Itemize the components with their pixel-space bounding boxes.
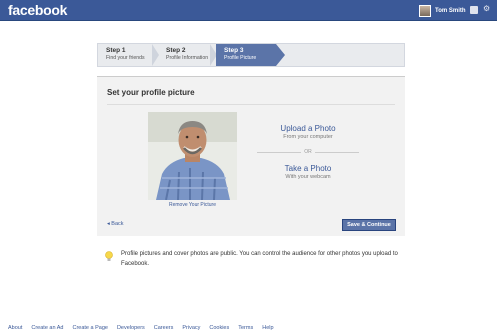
footer-link-cookies[interactable]: Cookies (209, 325, 229, 331)
footer-link-help[interactable]: Help (262, 325, 273, 331)
save-continue-button[interactable]: Save & Continue (342, 219, 396, 231)
step-3-active: Step 3 Profile Picture (216, 44, 285, 66)
user-name: Tom Smith (435, 7, 466, 14)
lightbulb-icon (105, 251, 113, 261)
step-1-title: Step 1 (106, 47, 126, 54)
step-2[interactable]: Step 2 Profile Information (158, 44, 216, 66)
remove-picture-link[interactable]: Remove Your Picture (148, 202, 237, 208)
upload-photo-title[interactable]: Upload a Photo (257, 124, 359, 133)
take-photo-title[interactable]: Take a Photo (257, 164, 359, 173)
footer-link-careers[interactable]: Careers (154, 325, 174, 331)
back-link[interactable]: ◂ Back (107, 221, 124, 227)
friend-requests-icon[interactable] (470, 6, 478, 14)
step-1-subtitle: Find your friends (106, 55, 145, 61)
panel-heading: Set your profile picture (107, 88, 195, 97)
facebook-logo[interactable]: facebook (8, 2, 67, 18)
take-photo-option[interactable]: Take a Photo With your webcam (257, 164, 359, 180)
profile-picture-panel: Set your profile picture Remove Your Pic… (97, 76, 405, 236)
upload-photo-option[interactable]: Upload a Photo From your computer (257, 124, 359, 140)
step-2-subtitle: Profile Information (166, 55, 209, 61)
settings-gear-icon[interactable]: ⚙ (483, 5, 491, 13)
user-avatar (419, 4, 431, 17)
upload-photo-subtitle: From your computer (283, 134, 333, 140)
footer-link-developers[interactable]: Developers (117, 325, 145, 331)
footer-link-about[interactable]: About (8, 325, 22, 331)
divider (107, 104, 395, 105)
take-photo-subtitle: With your webcam (285, 174, 331, 180)
step-2-title: Step 2 (166, 47, 186, 54)
signup-steps-breadcrumb: Step 1 Find your friends Step 2 Profile … (97, 43, 405, 67)
footer-link-terms[interactable]: Terms (238, 325, 253, 331)
or-divider: OR (257, 149, 359, 155)
user-profile-link[interactable]: Tom Smith (419, 4, 466, 17)
footer-link-privacy[interactable]: Privacy (182, 325, 200, 331)
top-navigation-bar: facebook Tom Smith ⚙ (0, 0, 497, 21)
footer-links: About Create an Ad Create a Page Develop… (8, 325, 283, 331)
privacy-note-text: Profile pictures and cover photos are pu… (121, 251, 398, 267)
step-3-title: Step 3 (224, 47, 244, 54)
footer-link-create-ad[interactable]: Create an Ad (31, 325, 63, 331)
profile-photo-image (148, 112, 237, 200)
step-1[interactable]: Step 1 Find your friends (98, 44, 158, 66)
profile-photo-preview (148, 112, 237, 200)
step-3-subtitle: Profile Picture (224, 55, 257, 61)
footer-link-create-page[interactable]: Create a Page (72, 325, 107, 331)
